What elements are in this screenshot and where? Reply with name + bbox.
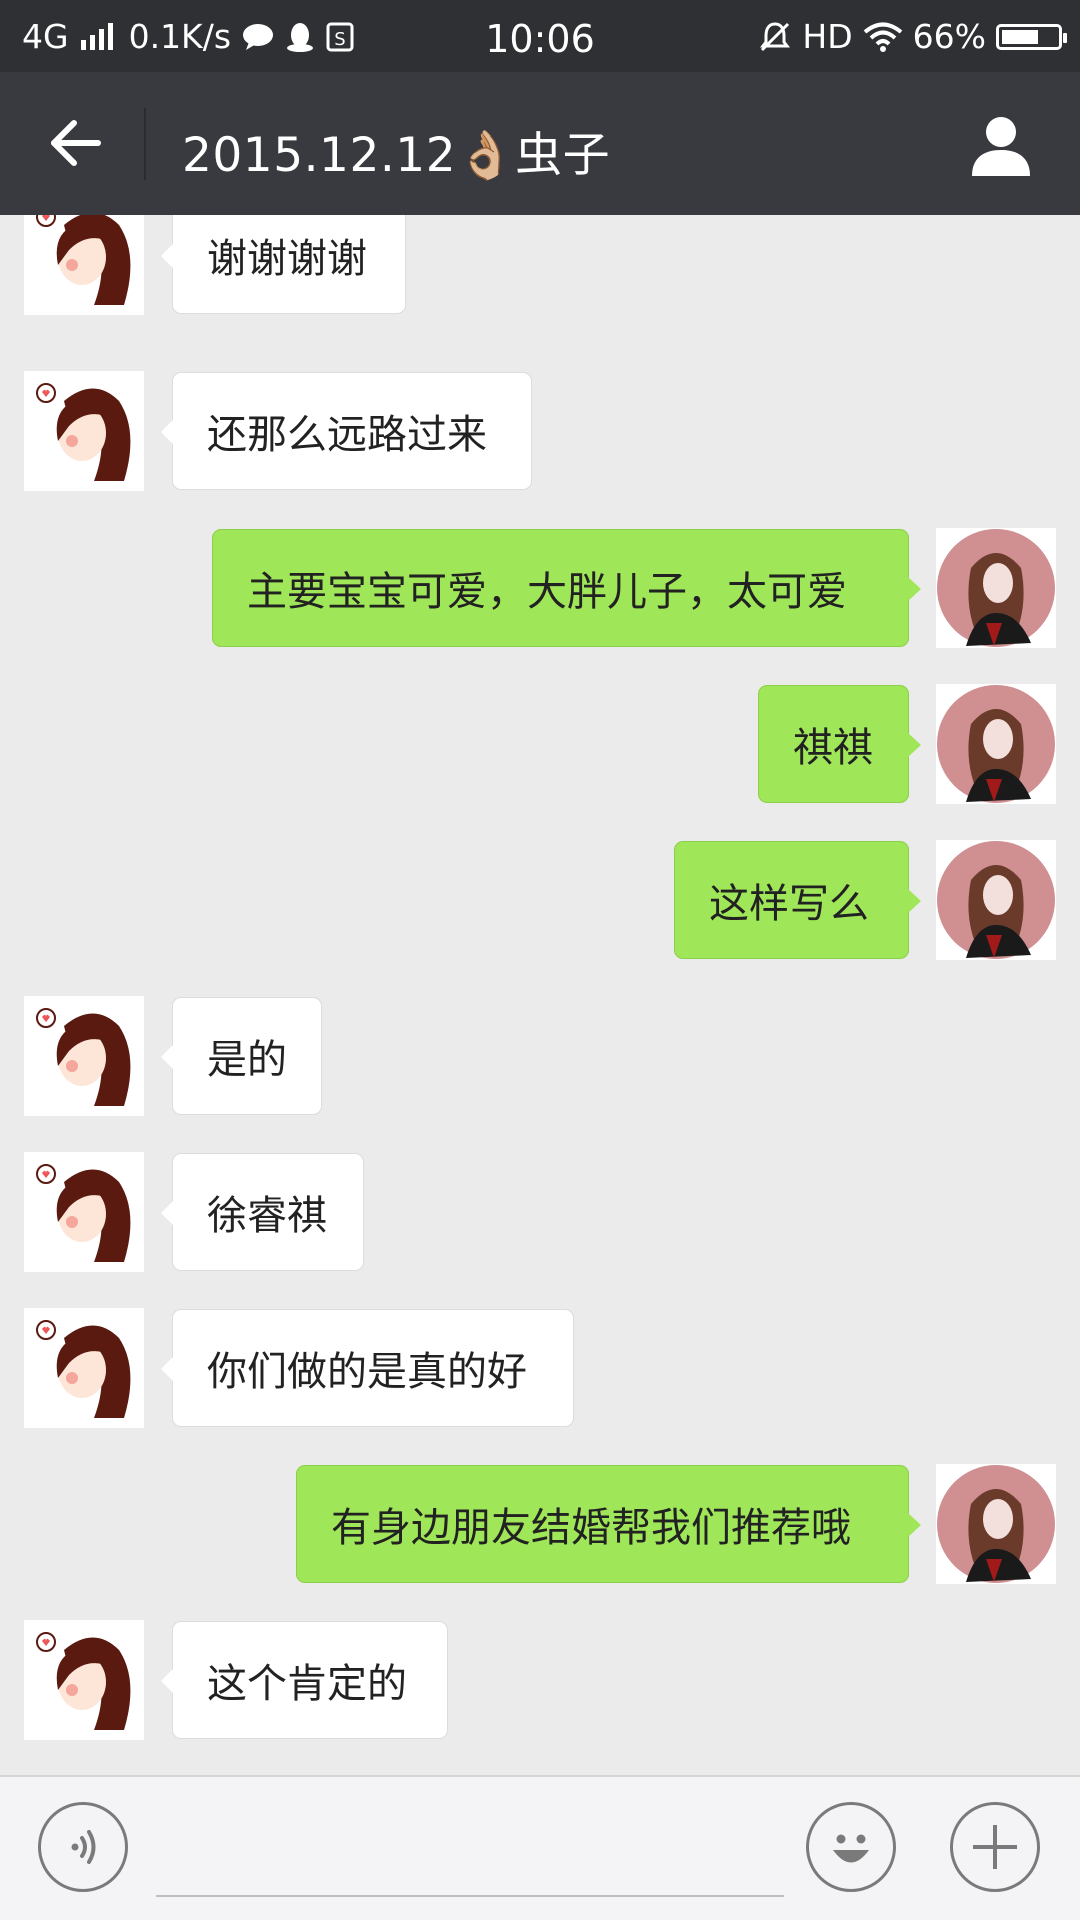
chat-title: 2015.12.12👌🏼虫子 bbox=[182, 128, 611, 183]
message-input[interactable] bbox=[156, 1807, 784, 1897]
message-outgoing: 这样写么 bbox=[0, 840, 1080, 960]
message-text: 还那么远路过来 bbox=[207, 412, 487, 458]
contact-avatar[interactable] bbox=[24, 371, 144, 491]
back-arrow-icon bbox=[51, 120, 101, 166]
more-button[interactable] bbox=[950, 1802, 1040, 1892]
message-bubble[interactable]: 有身边朋友结婚帮我们推荐哦 bbox=[296, 1465, 921, 1583]
chat-header: 2015.12.12👌🏼虫子 bbox=[0, 72, 1080, 215]
battery-icon bbox=[996, 23, 1067, 50]
message-text: 谢谢谢谢 bbox=[207, 236, 367, 282]
header-divider bbox=[144, 108, 146, 180]
message-incoming: 还那么远路过来 bbox=[0, 371, 1080, 491]
contact-avatar[interactable] bbox=[24, 996, 144, 1116]
contact-avatar[interactable] bbox=[24, 1308, 144, 1428]
contact-avatar[interactable] bbox=[24, 215, 144, 315]
message-bubble[interactable]: 你们做的是真的好 bbox=[161, 1309, 574, 1427]
battery-percent: 66% bbox=[912, 17, 986, 56]
status-bar: 4G 0.1K/s S 10:06 HD 66% bbox=[0, 0, 1080, 72]
input-bar bbox=[0, 1775, 1080, 1920]
profile-icon[interactable] bbox=[968, 112, 1034, 178]
status-right: HD 66% bbox=[758, 17, 1067, 56]
my-avatar[interactable] bbox=[936, 684, 1056, 804]
mute-bell-icon bbox=[760, 21, 791, 51]
message-bubble[interactable]: 还那么远路过来 bbox=[161, 372, 532, 490]
message-outgoing: 有身边朋友结婚帮我们推荐哦 bbox=[0, 1464, 1080, 1584]
message-text: 是的 bbox=[207, 1037, 287, 1083]
message-incoming: 谢谢谢谢 bbox=[0, 215, 1080, 315]
message-text: 你们做的是真的好 bbox=[207, 1349, 527, 1395]
message-text: 祺祺 bbox=[793, 725, 873, 771]
contact-avatar[interactable] bbox=[24, 1620, 144, 1740]
my-avatar[interactable] bbox=[936, 1464, 1056, 1584]
voice-icon bbox=[71, 1830, 96, 1864]
message-bubble[interactable]: 徐睿祺 bbox=[161, 1153, 364, 1271]
message-outgoing: 主要宝宝可爱，大胖儿子，太可爱 bbox=[0, 528, 1080, 648]
message-outgoing: 祺祺 bbox=[0, 684, 1080, 804]
message-bubble[interactable]: 这样写么 bbox=[674, 841, 921, 959]
message-bubble[interactable]: 祺祺 bbox=[758, 685, 921, 803]
voice-button[interactable] bbox=[38, 1802, 128, 1892]
hd-indicator: HD bbox=[802, 17, 853, 56]
emoji-button[interactable] bbox=[806, 1802, 896, 1892]
back-button[interactable] bbox=[40, 108, 110, 178]
message-bubble[interactable]: 这个肯定的 bbox=[161, 1621, 448, 1739]
message-text: 有身边朋友结婚帮我们推荐哦 bbox=[331, 1505, 851, 1551]
message-incoming: 是的 bbox=[0, 996, 1080, 1116]
message-incoming: 这个肯定的 bbox=[0, 1620, 1080, 1740]
message-text: 这样写么 bbox=[709, 881, 869, 927]
message-incoming: 徐睿祺 bbox=[0, 1152, 1080, 1272]
contact-avatar[interactable] bbox=[24, 1152, 144, 1272]
message-bubble[interactable]: 谢谢谢谢 bbox=[161, 215, 406, 314]
message-list[interactable]: 谢谢谢谢 还那么远路过来 主要宝宝可爱，大胖儿子，太可爱 祺祺 这样写么 是的 … bbox=[0, 215, 1080, 1775]
message-incoming: 你们做的是真的好 bbox=[0, 1308, 1080, 1428]
message-bubble[interactable]: 主要宝宝可爱，大胖儿子，太可爱 bbox=[212, 529, 921, 647]
message-text: 这个肯定的 bbox=[207, 1661, 407, 1707]
wifi-icon bbox=[863, 22, 902, 52]
plus-icon bbox=[973, 1825, 1017, 1869]
my-avatar[interactable] bbox=[936, 528, 1056, 648]
message-bubble[interactable]: 是的 bbox=[161, 997, 322, 1115]
smiley-icon bbox=[833, 1834, 869, 1863]
message-text: 主要宝宝可爱，大胖儿子，太可爱 bbox=[247, 569, 847, 615]
my-avatar[interactable] bbox=[936, 840, 1056, 960]
message-text: 徐睿祺 bbox=[207, 1193, 327, 1239]
